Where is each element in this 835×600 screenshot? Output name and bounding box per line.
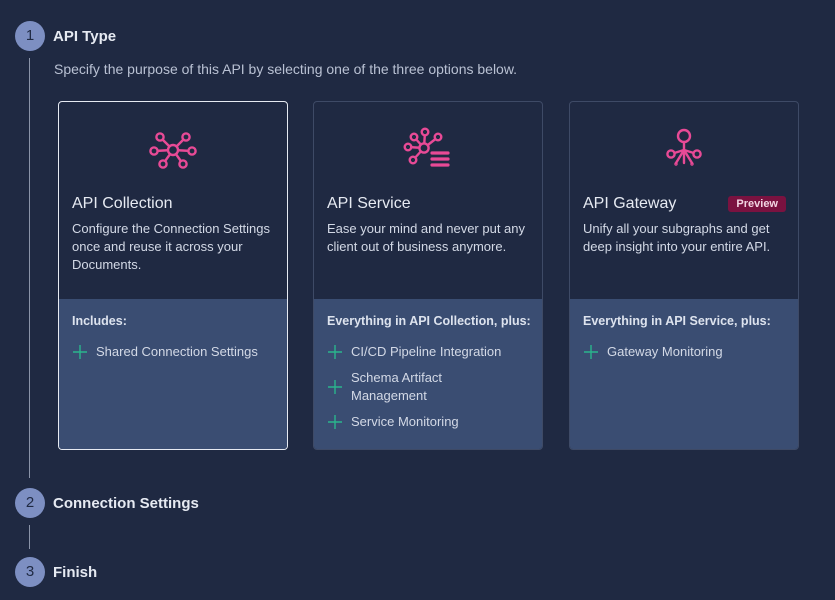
step-2-indicator: 2 <box>15 488 45 518</box>
features-heading: Includes: <box>72 314 127 328</box>
feature-item: Schema Artifact Management <box>327 369 532 405</box>
features-heading: Everything in API Collection, plus: <box>327 314 531 328</box>
plus-icon <box>328 415 342 429</box>
feature-item: Service Monitoring <box>327 413 532 431</box>
step-3-indicator: 3 <box>15 557 45 587</box>
card-header: API Gateway Preview Unify all your subgr… <box>570 102 798 299</box>
card-description: Unify all your subgraphs and get deep in… <box>583 221 771 254</box>
card-description: Ease your mind and never put any client … <box>327 221 526 254</box>
feature-item: CI/CD Pipeline Integration <box>327 343 532 361</box>
feature-item: Shared Connection Settings <box>72 343 277 361</box>
network-service-icon <box>403 127 450 167</box>
feature-label: Gateway Monitoring <box>607 344 723 359</box>
feature-item: Gateway Monitoring <box>583 343 788 361</box>
card-features-panel: Everything in API Service, plus: Gateway… <box>570 299 798 449</box>
step-connector-1 <box>29 58 30 478</box>
card-features-panel: Everything in API Collection, plus: CI/C… <box>314 299 542 449</box>
api-collection-card[interactable]: API Collection Configure the Connection … <box>58 101 288 450</box>
feature-label: Shared Connection Settings <box>96 344 258 359</box>
feature-label: Schema Artifact Management <box>351 370 443 403</box>
plus-icon <box>73 345 87 359</box>
feature-label: Service Monitoring <box>351 414 459 429</box>
step-3-title: Finish <box>53 564 98 581</box>
step-1-title: API Type <box>53 28 117 45</box>
card-title: API Collection <box>72 195 173 212</box>
api-service-card[interactable]: API Service Ease your mind and never put… <box>313 101 543 450</box>
plus-icon <box>328 345 342 359</box>
card-header: API Collection Configure the Connection … <box>59 102 287 299</box>
preview-badge: Preview <box>728 196 786 212</box>
card-features-panel: Includes: Shared Connection Settings <box>59 299 287 449</box>
plus-icon <box>328 380 342 394</box>
card-description: Configure the Connection Settings once a… <box>72 221 271 272</box>
plus-icon <box>584 345 598 359</box>
feature-label: CI/CD Pipeline Integration <box>351 344 502 359</box>
step-connector-2 <box>29 525 30 549</box>
card-title: API Gateway <box>583 195 677 212</box>
card-title: API Service <box>327 195 411 212</box>
step-description: Specify the purpose of this API by selec… <box>54 61 518 77</box>
network-hub-icon <box>149 132 197 169</box>
gateway-tree-icon <box>666 128 702 166</box>
card-header: API Service Ease your mind and never put… <box>314 102 542 299</box>
features-heading: Everything in API Service, plus: <box>583 314 771 328</box>
step-1-indicator: 1 <box>15 21 45 51</box>
api-gateway-card[interactable]: API Gateway Preview Unify all your subgr… <box>569 101 799 450</box>
step-2-title: Connection Settings <box>53 495 199 512</box>
